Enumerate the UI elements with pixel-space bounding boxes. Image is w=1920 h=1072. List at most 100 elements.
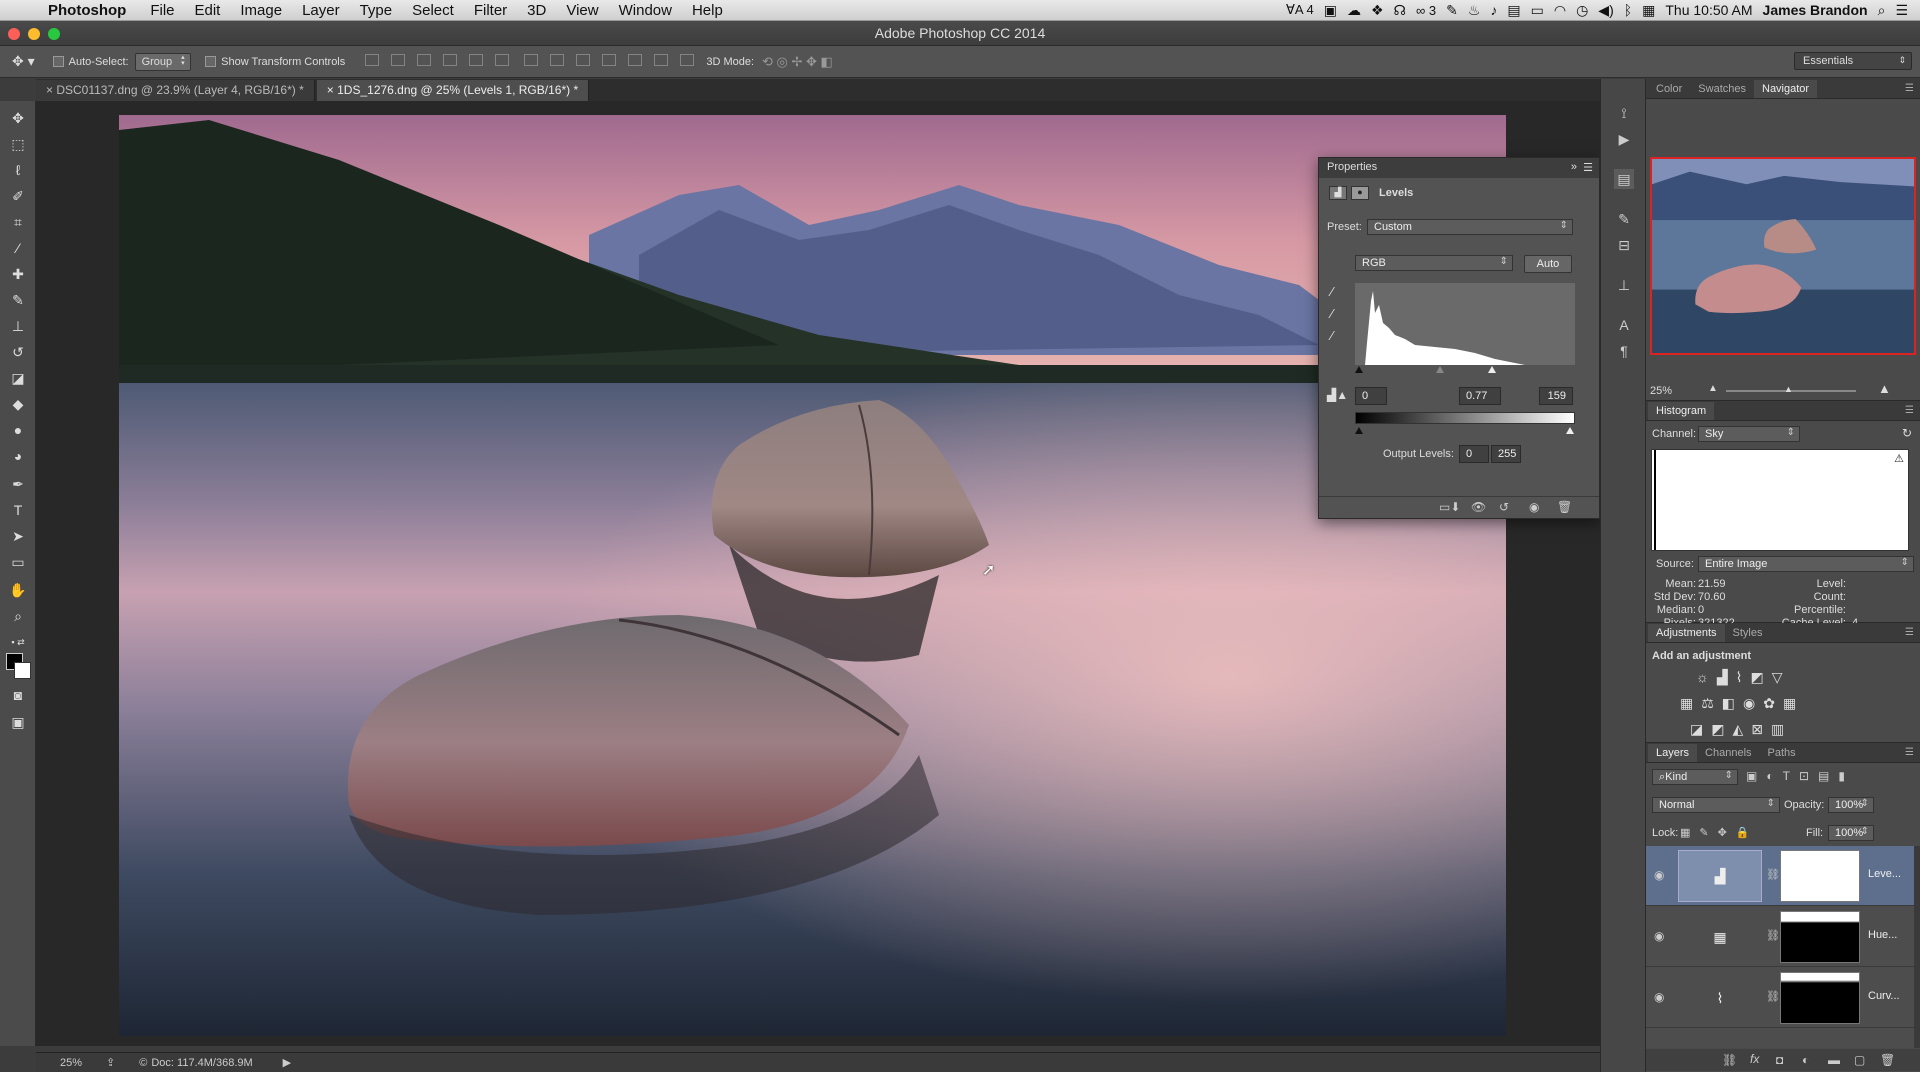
white-point-eyedropper-icon[interactable]: ⁄ [1331, 328, 1333, 343]
close-window-icon[interactable] [8, 28, 20, 40]
background-color-swatch[interactable] [14, 662, 31, 679]
layer-style-icon[interactable]: fx [1750, 1052, 1759, 1066]
character-panel-icon[interactable]: A [1614, 315, 1634, 335]
properties-header[interactable]: Properties » ☰ [1319, 158, 1599, 178]
link-chain-icon[interactable]: ⛓ [1766, 990, 1780, 1003]
bell-icon[interactable]: ♪ [1490, 2, 1497, 18]
black-input-slider[interactable] [1355, 366, 1363, 373]
paint-bucket-tool-icon[interactable]: ◆ [9, 395, 27, 413]
navigator-zoom-value[interactable]: 25% [1650, 385, 1672, 397]
input-black-field[interactable]: 0 [1355, 387, 1387, 405]
clone-source-icon[interactable]: ⊥ [1614, 275, 1634, 295]
layer-name[interactable]: Curv... [1868, 990, 1900, 1002]
clip-warning-icon[interactable]: ▟▲ [1327, 388, 1348, 402]
crop-tool-icon[interactable]: ⌗ [9, 213, 27, 231]
refresh-icon[interactable]: ↻ [1902, 426, 1912, 440]
move-tool-icon[interactable]: ✥ [9, 109, 27, 127]
delete-icon[interactable]: 🗑 [1557, 500, 1572, 514]
tools-icon[interactable]: ✎ [1446, 2, 1458, 19]
layer-mask-thumbnail[interactable] [1780, 972, 1860, 1024]
eraser-tool-icon[interactable]: ◪ [9, 369, 27, 387]
panel-menu-icon[interactable]: ☰ [1905, 405, 1914, 416]
auto-align-icon[interactable] [680, 54, 695, 66]
hue-saturation-icon[interactable]: ▦ [1680, 695, 1701, 711]
tab-adjustments[interactable]: Adjustments [1648, 624, 1725, 642]
source-dropdown[interactable]: Entire Image [1698, 556, 1914, 572]
align-hcenter-icon[interactable] [469, 54, 484, 66]
marquee-tool-icon[interactable]: ⬚ [9, 135, 27, 153]
tab-histogram[interactable]: Histogram [1648, 402, 1715, 420]
zoom-tool-icon[interactable]: ⌕ [9, 607, 27, 625]
layer-row[interactable]: ◉ ▟ ⛓ Leve... [1646, 846, 1914, 906]
black-white-icon[interactable]: ◧ [1722, 695, 1743, 711]
align-right-icon[interactable] [495, 54, 510, 66]
white-input-slider[interactable] [1488, 366, 1496, 373]
user-name[interactable]: James Brandon [1763, 2, 1868, 18]
new-adjustment-icon[interactable]: ◐ [1802, 1053, 1809, 1067]
layer-name[interactable]: Hue... [1868, 929, 1897, 941]
quick-mask-icon[interactable]: ◙ [9, 686, 27, 704]
spotlight-search-icon[interactable]: ⌕ [1878, 2, 1886, 19]
gradient-map-icon[interactable]: ▥ [1771, 721, 1792, 737]
status-menu-arrow-icon[interactable]: ▶ [283, 1056, 291, 1069]
workspace-dropdown[interactable]: Essentials ⇕ [1794, 52, 1912, 70]
add-mask-icon[interactable]: ◘ [1776, 1053, 1783, 1067]
layer-mask-icon[interactable]: ● [1351, 186, 1369, 200]
curves-icon[interactable]: ⌇ [1736, 669, 1751, 685]
quick-select-tool-icon[interactable]: ✐ [9, 187, 27, 205]
link-layers-icon[interactable]: ⛓ [1722, 1053, 1737, 1067]
layer-row[interactable]: ◉ ⌇ ⛓ Curv... [1646, 968, 1914, 1028]
tab-color[interactable]: Color [1648, 80, 1690, 98]
cache-warning-icon[interactable]: ⚠ [1894, 452, 1904, 465]
collapse-panel-icon[interactable]: » [1571, 161, 1577, 173]
properties-panel-icon[interactable]: ▤ [1614, 169, 1634, 189]
visibility-eye-icon[interactable]: ◉ [1654, 990, 1664, 1004]
menu-layer[interactable]: Layer [302, 2, 340, 19]
zoom-window-icon[interactable] [48, 28, 60, 40]
blur-tool-icon[interactable]: ● [9, 421, 27, 439]
menu-edit[interactable]: Edit [195, 2, 221, 19]
output-white-field[interactable]: 255 [1491, 445, 1521, 463]
input-sliders[interactable] [1355, 364, 1575, 374]
fill-field[interactable]: 100% [1828, 825, 1874, 841]
brush-presets-icon[interactable]: ⊟ [1614, 235, 1634, 255]
tab-doc-1ds1276[interactable]: × 1DS_1276.dng @ 25% (Levels 1, RGB/16*)… [316, 80, 590, 101]
lock-all-icon[interactable]: 🔒 [1736, 827, 1759, 839]
lock-image-icon[interactable]: ✎ [1699, 827, 1717, 839]
output-black-field[interactable]: 0 [1459, 445, 1489, 463]
align-bottom-icon[interactable] [417, 54, 432, 66]
color-balance-icon[interactable]: ⚖ [1701, 695, 1722, 711]
minimize-window-icon[interactable] [28, 28, 40, 40]
menu-select[interactable]: Select [412, 2, 454, 19]
lock-position-icon[interactable]: ✥ [1718, 827, 1736, 839]
blend-mode-dropdown[interactable]: Normal [1652, 797, 1780, 813]
distribute-right-icon[interactable] [654, 54, 669, 66]
menu-app-name[interactable]: Photoshop [48, 2, 126, 19]
channel-mixer-icon[interactable]: ✿ [1763, 695, 1783, 711]
pixel-filter-icon[interactable]: ▣ [1746, 769, 1766, 783]
document-canvas-photo[interactable] [119, 115, 1506, 1036]
actions-panel-icon[interactable]: ▶ [1614, 129, 1634, 149]
tab-swatches[interactable]: Swatches [1690, 80, 1754, 98]
healing-brush-tool-icon[interactable]: ✚ [9, 265, 27, 283]
threshold-icon[interactable]: ◭ [1732, 721, 1751, 737]
dropbox-icon[interactable]: ❖ [1371, 2, 1384, 19]
new-group-icon[interactable]: ▬ [1828, 1053, 1840, 1067]
levels-adjustment-icon[interactable]: ▟ [1678, 850, 1762, 902]
headphones-icon[interactable]: ☊ [1394, 2, 1406, 19]
filter-toggle-icon[interactable]: ▮ [1838, 769, 1854, 783]
smart-object-filter-icon[interactable]: ▤ [1818, 769, 1838, 783]
layer-mask-thumbnail[interactable] [1780, 850, 1860, 902]
panel-menu-icon[interactable]: ☰ [1905, 83, 1914, 94]
midtone-input-slider[interactable] [1436, 366, 1444, 373]
visibility-eye-icon[interactable]: ◉ [1654, 929, 1664, 943]
close-tab-icon[interactable]: × [46, 83, 56, 97]
delete-layer-icon[interactable]: 🗑 [1880, 1053, 1895, 1067]
move-tool-preset-icon[interactable]: ✥ ▾ [12, 53, 35, 70]
cloud-icon[interactable]: ☁ [1347, 2, 1361, 19]
screen-mode-icon[interactable]: ▣ [9, 713, 27, 731]
output-black-slider[interactable] [1355, 427, 1363, 434]
brush-tool-icon[interactable]: ✎ [9, 291, 27, 309]
menu-view[interactable]: View [566, 2, 598, 19]
adjustment-filter-icon[interactable]: ◐ [1766, 769, 1782, 783]
